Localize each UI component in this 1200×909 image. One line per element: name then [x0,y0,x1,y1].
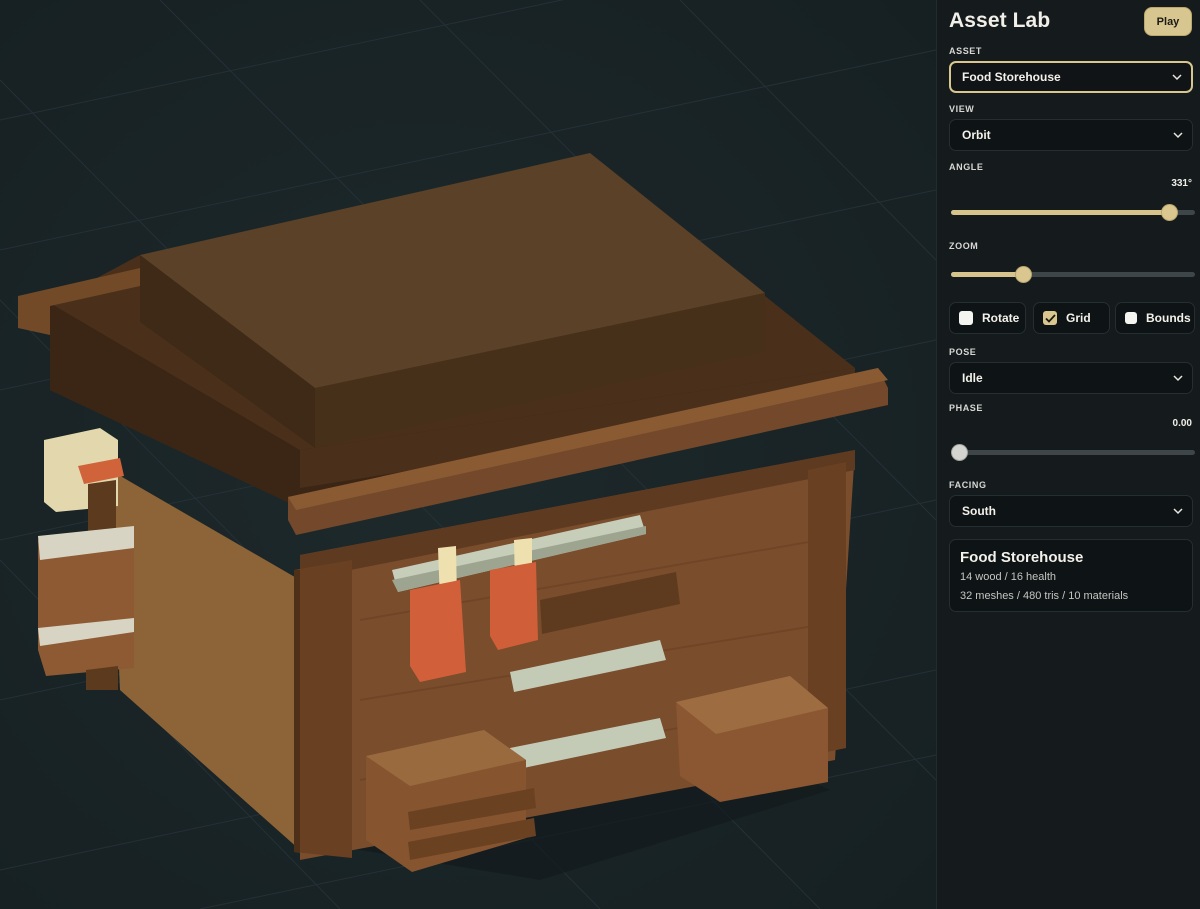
check-icon [1044,313,1056,323]
bounds-toggle[interactable]: Bounds [1115,302,1195,334]
facing-select[interactable]: South [949,495,1193,527]
chevron-down-icon [1173,132,1183,139]
grid-toggle-label: Grid [1066,311,1091,325]
angle-slider[interactable] [949,204,1195,220]
bounds-toggle-label: Bounds [1146,311,1191,325]
grid-toggle[interactable]: Grid [1033,302,1110,334]
asset-info-stats: 14 wood / 16 health [960,571,1057,583]
angle-slider-fill [951,210,1169,215]
zoom-slider[interactable] [949,266,1195,282]
asset-info-card: Food Storehouse 14 wood / 16 health 32 m… [949,539,1193,612]
phase-slider-thumb[interactable] [952,445,967,460]
asset-select[interactable]: Food Storehouse [949,61,1193,93]
angle-value: 331° [1171,178,1192,189]
zoom-label: ZOOM [949,241,979,251]
chevron-down-icon [1173,508,1183,515]
angle-slider-thumb[interactable] [1161,205,1177,220]
chevron-down-icon [1173,375,1183,382]
pose-label: POSE [949,347,977,357]
pose-select-value: Idle [962,371,983,385]
pose-select[interactable]: Idle [949,362,1193,394]
view-label: VIEW [949,104,975,114]
rotate-checkbox[interactable] [959,311,973,325]
play-button[interactable]: Play [1144,7,1192,36]
view-toggles: Rotate Grid Bounds [949,302,1195,334]
bounds-checkbox[interactable] [1125,312,1137,324]
asset-info-name: Food Storehouse [960,549,1084,566]
asset-info-mesh: 32 meshes / 480 tris / 10 materials [960,590,1129,602]
app-title: Asset Lab [949,9,1051,32]
zoom-slider-thumb[interactable] [1015,267,1031,282]
facing-select-value: South [962,504,996,518]
3d-viewport[interactable] [0,0,936,909]
rotate-toggle[interactable]: Rotate [949,302,1026,334]
zoom-slider-fill [951,272,1023,277]
view-select[interactable]: Orbit [949,119,1193,151]
asset-label: ASSET [949,46,983,56]
angle-label: ANGLE [949,162,984,172]
view-select-value: Orbit [962,128,991,142]
storehouse-model-render [0,0,936,909]
rotate-toggle-label: Rotate [982,311,1020,325]
chevron-down-icon [1172,74,1182,81]
phase-slider[interactable] [949,444,1195,460]
phase-value: 0.00 [1172,418,1192,429]
control-panel: Asset Lab Play ASSET Food Storehouse VIE… [936,0,1200,909]
grid-checkbox[interactable] [1043,311,1057,325]
phase-label: PHASE [949,403,984,413]
facing-label: FACING [949,480,987,490]
asset-select-value: Food Storehouse [962,70,1061,84]
